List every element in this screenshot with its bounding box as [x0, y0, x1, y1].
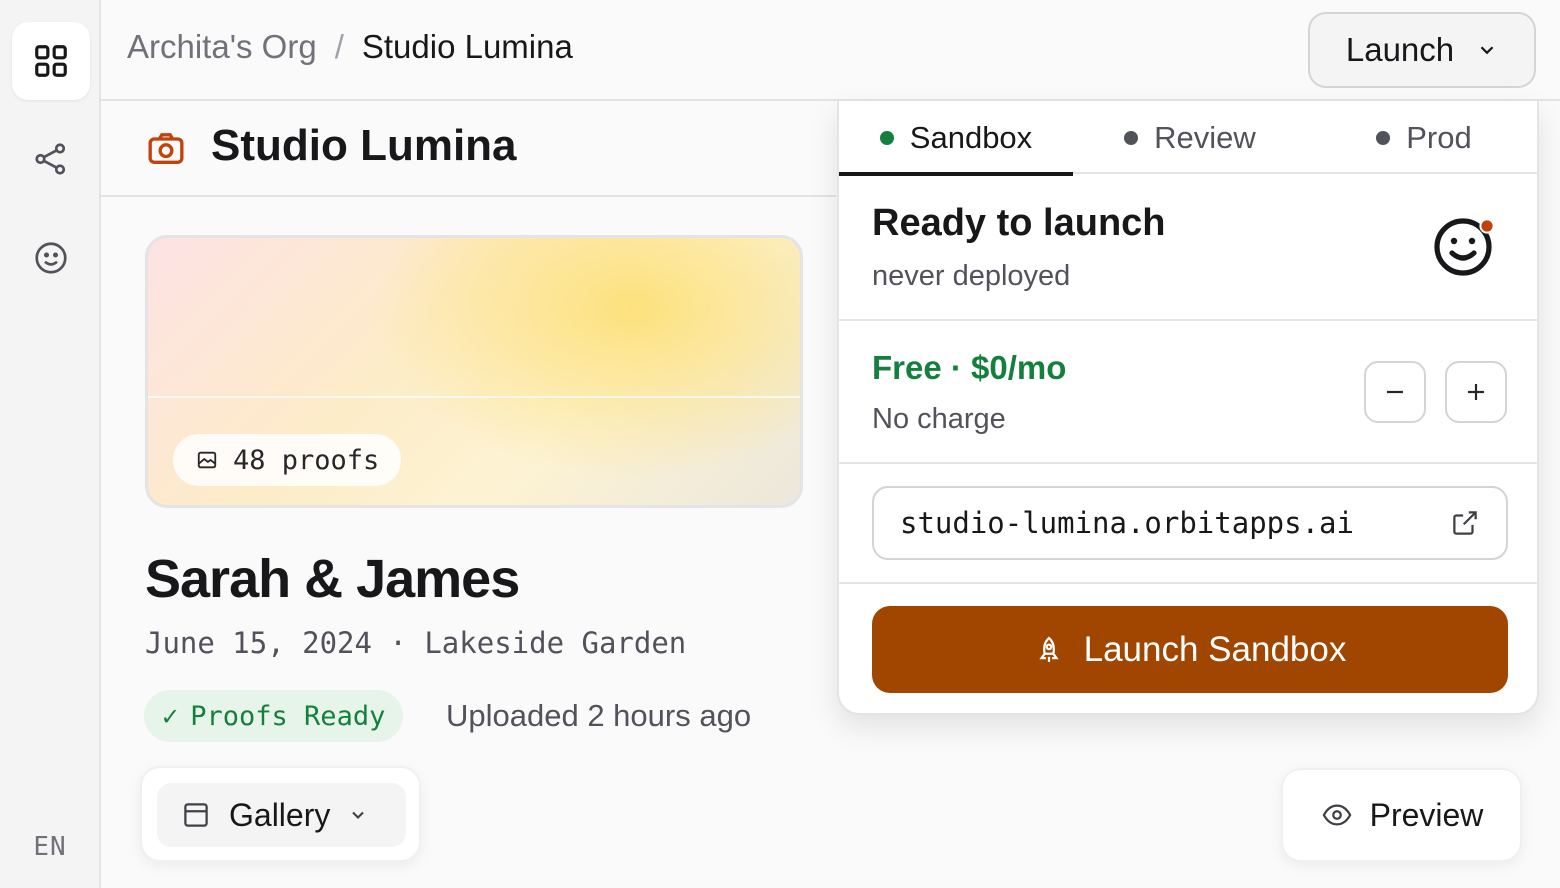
- upload-timestamp: Uploaded 2 hours ago: [446, 698, 752, 733]
- proofs-count-badge: 48 proofs: [173, 434, 402, 486]
- smiley-icon: [35, 242, 67, 274]
- layout-icon: [184, 803, 208, 827]
- launch-sandbox-button[interactable]: Launch Sandbox: [872, 606, 1508, 693]
- status-label: Proofs Ready: [190, 700, 386, 732]
- plan-description: No charge: [872, 403, 1006, 435]
- preview-label: Preview: [1369, 796, 1484, 833]
- event-meta: June 15, 2024 · Lakeside Garden: [145, 626, 687, 660]
- status-dot: [1124, 130, 1139, 145]
- event-title: Sarah & James: [145, 549, 520, 609]
- top-bar: Archita's Org / Studio Lumina Launch: [101, 0, 1560, 101]
- cover-divider: [148, 396, 800, 398]
- tab-label: Sandbox: [909, 119, 1033, 155]
- status-dot: [879, 130, 894, 145]
- plan-decrease-button[interactable]: [1364, 361, 1426, 423]
- tab-prod[interactable]: Prod: [1307, 101, 1541, 174]
- minus-icon: [1387, 390, 1403, 394]
- chevron-down-icon: [352, 811, 365, 819]
- launch-menu-label: Launch: [1345, 31, 1455, 68]
- camera-icon: [148, 133, 184, 164]
- language-switcher[interactable]: EN: [0, 832, 100, 862]
- rail-item-share[interactable]: [12, 120, 90, 198]
- deploy-url: studio-lumina.orbitapps.ai: [900, 506, 1354, 540]
- deploy-status-subtitle: never deployed: [872, 260, 1071, 292]
- page-title: Studio Lumina: [211, 121, 517, 170]
- environment-tabs: Sandbox Review Prod: [839, 101, 1537, 176]
- view-selector-container: Gallery: [140, 766, 421, 862]
- rail-item-dashboard[interactable]: [12, 22, 90, 100]
- rocket-icon: [1038, 636, 1059, 662]
- left-rail: EN: [0, 0, 101, 888]
- plan-section: Free · $0/mo No charge: [839, 321, 1537, 464]
- status-badge: ✓ Proofs Ready: [144, 690, 404, 742]
- breadcrumb-org[interactable]: Archita's Org: [127, 28, 317, 66]
- breadcrumb-project[interactable]: Studio Lumina: [362, 28, 573, 66]
- deploy-status-title: Ready to launch: [872, 202, 1166, 244]
- plan-increase-button[interactable]: [1445, 361, 1507, 423]
- grid-icon: [35, 45, 67, 77]
- gallery-dropdown[interactable]: Gallery: [157, 783, 406, 847]
- smiley-status-icon: [1434, 218, 1495, 276]
- tab-label: Prod: [1406, 119, 1472, 155]
- launch-sandbox-label: Launch Sandbox: [1083, 629, 1347, 669]
- deploy-status-section: Ready to launch never deployed: [839, 174, 1537, 321]
- eye-icon: [1322, 804, 1352, 826]
- deploy-url-field[interactable]: studio-lumina.orbitapps.ai: [872, 486, 1508, 560]
- image-icon: [197, 451, 217, 469]
- page-header: Studio Lumina: [101, 101, 836, 197]
- breadcrumb: Archita's Org / Studio Lumina: [127, 28, 573, 66]
- plan-name: Free · $0/mo: [872, 349, 1067, 386]
- gallery-dropdown-label: Gallery: [229, 796, 331, 833]
- url-section: studio-lumina.orbitapps.ai: [839, 464, 1537, 584]
- chevron-down-icon: [1480, 46, 1494, 55]
- rail-item-feedback[interactable]: [12, 219, 90, 297]
- launch-panel: Sandbox Review Prod Ready to launch neve…: [837, 101, 1539, 715]
- tab-label: Review: [1154, 119, 1256, 155]
- plus-icon: [1468, 384, 1484, 400]
- event-cover-image[interactable]: 48 proofs: [145, 235, 803, 508]
- check-icon: ✓: [162, 700, 179, 732]
- share-icon: [35, 143, 66, 175]
- launch-menu-button[interactable]: Launch: [1308, 12, 1536, 88]
- external-link-icon[interactable]: [1450, 508, 1480, 538]
- breadcrumb-separator: /: [334, 28, 344, 65]
- status-dot: [1376, 130, 1391, 145]
- proofs-count: 48 proofs: [233, 444, 380, 476]
- preview-button[interactable]: Preview: [1281, 768, 1522, 862]
- tab-review[interactable]: Review: [1073, 101, 1307, 174]
- tab-sandbox[interactable]: Sandbox: [839, 101, 1073, 176]
